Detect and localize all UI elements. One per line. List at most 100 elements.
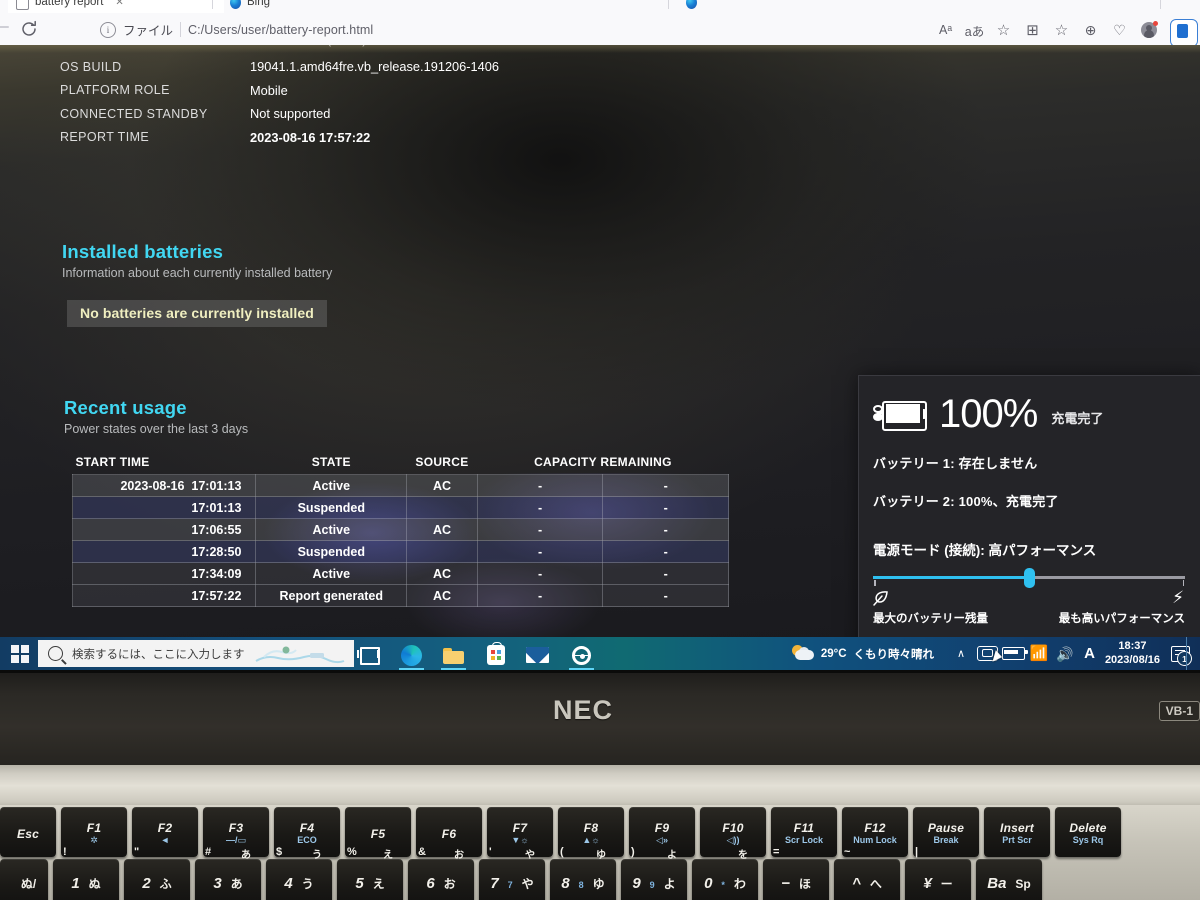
clock[interactable]: 18:37 2023/08/16 bbox=[1101, 640, 1168, 668]
back-button[interactable] bbox=[0, 26, 9, 28]
key-1[interactable]: ! 1 ぬ bbox=[53, 846, 119, 900]
search-input[interactable]: 検索するには、ここに入力します bbox=[38, 640, 354, 667]
cell-start-time: 17:01:13 bbox=[71, 496, 257, 519]
task-view-button[interactable] bbox=[348, 640, 387, 670]
ime-mode-indicator[interactable]: A bbox=[1078, 645, 1101, 662]
key-main-row: 2ふ bbox=[142, 875, 171, 892]
key-5[interactable]: % え 5 え bbox=[337, 846, 403, 900]
volume-icon[interactable]: 🔊 bbox=[1052, 637, 1078, 670]
slider-tick-min bbox=[874, 580, 876, 586]
key-sublabel: ◁)) bbox=[726, 834, 740, 845]
key-shift-label: ! bbox=[63, 846, 67, 858]
favorites-list-icon[interactable]: ☆ bbox=[1047, 18, 1076, 42]
reload-icon[interactable] bbox=[19, 19, 39, 39]
battery-tray-icon[interactable] bbox=[992, 637, 1028, 670]
browser-tab-battery-report[interactable]: battery report ✕ bbox=[8, 0, 224, 13]
key-9[interactable]: ) よ 9 9 よ bbox=[621, 846, 687, 900]
translate-icon[interactable]: aあ bbox=[960, 18, 989, 42]
address-bar[interactable]: i ファイル C:/Users/user/battery-report.html bbox=[100, 18, 373, 41]
sidebar-toggle-icon[interactable] bbox=[1170, 19, 1198, 45]
scheme-label: ファイル bbox=[123, 24, 174, 38]
key-f8[interactable]: F8 ▲☼ bbox=[558, 807, 624, 857]
browser-tab-bing[interactable]: Bing bbox=[222, 0, 388, 13]
start-button[interactable] bbox=[8, 642, 31, 665]
key-label: 0 bbox=[704, 874, 713, 892]
key-kana-label: よ bbox=[663, 876, 676, 891]
settings-button[interactable] bbox=[562, 640, 601, 670]
key-8[interactable]: (ゆ 8 8 ゆ bbox=[550, 846, 616, 900]
key-insert[interactable]: Insert Prt Scr bbox=[984, 807, 1050, 857]
key-small-label: 9 bbox=[649, 879, 655, 890]
info-icon[interactable]: i bbox=[100, 21, 116, 38]
cell-source: AC bbox=[406, 474, 478, 497]
battery-flyout-panel[interactable]: 100% 充電完了 バッテリー 1: 存在しません バッテリー 2: 100%、… bbox=[858, 375, 1200, 637]
key-Ba[interactable]: Ba Sp bbox=[976, 859, 1042, 900]
info-value: Mobile bbox=[250, 82, 288, 98]
key-sublabel: Sys Rq bbox=[1072, 834, 1104, 845]
key-extra[interactable]: ぬ/ bbox=[0, 859, 48, 900]
cell-state: Report generated bbox=[255, 584, 408, 607]
favorite-star-icon[interactable]: ☆ bbox=[989, 18, 1018, 42]
info-row-report-time: REPORT TIME 2023-08-16 17:57:22 bbox=[60, 126, 820, 150]
mail-button[interactable] bbox=[518, 640, 557, 670]
weather-widget[interactable]: 29°C くもり時々晴れ bbox=[791, 645, 934, 662]
key-f9[interactable]: F9 ◁» bbox=[629, 807, 695, 857]
key-3[interactable]: # あ 3 あ bbox=[195, 846, 261, 900]
cell-capacity-2: - bbox=[602, 474, 729, 497]
key-−[interactable]: = − ほ bbox=[763, 846, 829, 900]
close-icon[interactable]: ✕ bbox=[115, 0, 123, 8]
slider-thumb[interactable] bbox=[1024, 568, 1035, 588]
key-2[interactable]: " 2 ふ bbox=[124, 846, 190, 900]
collections-icon[interactable]: ⊕ bbox=[1076, 18, 1105, 42]
microsoft-store-button[interactable] bbox=[476, 640, 515, 670]
key-label: Insert bbox=[1000, 821, 1034, 836]
key-¥[interactable]: | ¥ ー bbox=[905, 846, 971, 900]
key-shift-label: ) bbox=[631, 846, 635, 858]
key-f1[interactable]: F1 ✲ bbox=[61, 807, 127, 857]
profile-avatar[interactable] bbox=[1134, 18, 1163, 42]
read-aloud-icon[interactable]: Aᵃ bbox=[931, 18, 960, 42]
key-^[interactable]: ~ ^ へ bbox=[834, 846, 900, 900]
key-4[interactable]: $ う 4 う bbox=[266, 846, 332, 900]
show-desktop-button[interactable] bbox=[1186, 637, 1192, 670]
key-label: 8 bbox=[561, 874, 570, 892]
key-delete[interactable]: Delete Sys Rq bbox=[1055, 807, 1121, 857]
key-f11[interactable]: F11 Scr Lock bbox=[771, 807, 837, 857]
page-icon bbox=[16, 0, 29, 10]
key-kana-label: え bbox=[372, 876, 385, 891]
key-f12[interactable]: F12 Num Lock bbox=[842, 807, 908, 857]
key-7[interactable]: ' や 7 7 や bbox=[479, 846, 545, 900]
edge-icon bbox=[401, 644, 422, 666]
key-0[interactable]: を 0 * わ bbox=[692, 850, 758, 900]
file-explorer-button[interactable] bbox=[434, 640, 473, 670]
key-sublabel: Break bbox=[933, 834, 959, 845]
key-f7[interactable]: F7 ▼☼ bbox=[487, 807, 553, 857]
key-6[interactable]: & お 6 お bbox=[408, 846, 474, 900]
info-value: Not supported bbox=[250, 106, 331, 122]
wifi-icon[interactable]: 📶 bbox=[1026, 637, 1052, 670]
chevron-up-icon[interactable]: ∧ bbox=[948, 647, 974, 660]
key-f4[interactable]: F4 ECO bbox=[274, 807, 340, 857]
key-f10[interactable]: F10 ◁)) bbox=[700, 807, 766, 857]
key-pause[interactable]: Pause Break bbox=[913, 807, 979, 857]
split-screen-icon[interactable]: ⊞ bbox=[1018, 18, 1047, 42]
key-sublabel: ◁» bbox=[656, 834, 668, 845]
key-label: 9 bbox=[632, 874, 641, 892]
cell-start-time: 17:34:09 bbox=[71, 562, 257, 585]
key-esc[interactable]: Esc bbox=[0, 807, 56, 857]
slider-right-label: 最も高いパフォーマンス bbox=[1058, 613, 1185, 625]
edge-taskbar-button[interactable] bbox=[392, 640, 431, 670]
cell-state: Active bbox=[255, 562, 408, 585]
key-sublabel: ▲☼ bbox=[582, 834, 600, 845]
browser-essentials-icon[interactable]: ♡ bbox=[1105, 18, 1134, 42]
key-label: F9 bbox=[654, 821, 670, 836]
key-shift-label: = bbox=[773, 846, 780, 858]
key-f2[interactable]: F2 ◄ bbox=[132, 807, 198, 857]
mouse-cursor bbox=[992, 650, 1004, 664]
browser-tab-extra[interactable] bbox=[678, 0, 844, 13]
info-row-connected-standby: CONNECTED STANDBY Not supported bbox=[60, 102, 820, 126]
tab-divider bbox=[212, 0, 213, 9]
key-f3[interactable]: F3 —/▭ bbox=[203, 807, 269, 857]
cell-state: Active bbox=[255, 518, 408, 541]
power-mode-slider[interactable] bbox=[873, 568, 1185, 588]
